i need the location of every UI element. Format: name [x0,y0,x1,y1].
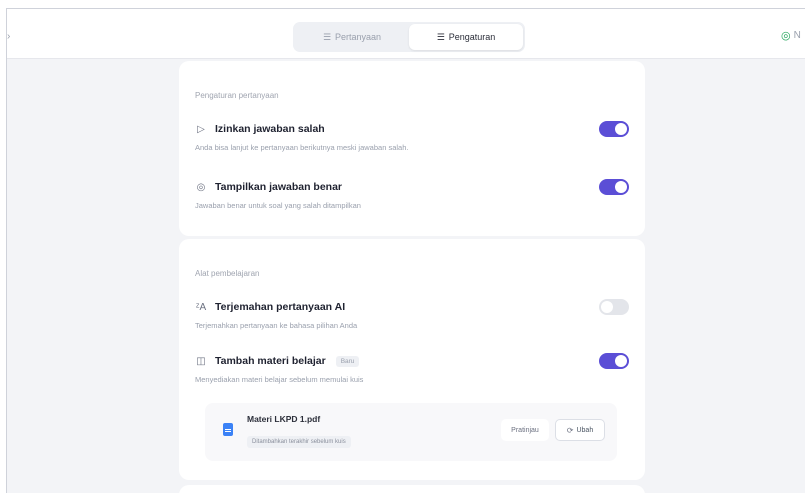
refresh-icon: ⟳ [566,425,574,435]
translate-icon: ᶻA [195,301,207,313]
section-label-question-settings: Pengaturan pertanyaan [195,91,279,100]
status-text: N [793,30,801,41]
next-settings-card [179,485,645,493]
change-button-label: Ubah [576,426,594,434]
learning-tools-card: Alat pembelajaran ᶻA Terjemahan pertanya… [179,239,645,480]
toggle-knob [615,181,627,193]
setting-description: Terjemahkan pertanyaan ke bahasa pilihan… [195,321,358,330]
section-label-learning-tools: Alat pembelajaran [195,269,260,278]
list-icon: ☰ [322,31,332,42]
chevron-right-icon[interactable]: › [7,31,10,42]
tab-settings[interactable]: ☰ Pengaturan [409,24,523,50]
setting-description: Menyediakan materi belajar sebelum memul… [195,375,364,384]
attached-file-card: Materi LKPD 1.pdf Ditambahkan terakhir s… [205,403,617,461]
file-name: Materi LKPD 1.pdf [247,414,321,424]
toggle-knob [615,355,627,367]
play-icon: ▷ [197,123,205,135]
setting-show-correct-answer: ◎ Tampilkan jawaban benar Jawaban benar … [195,179,629,210]
setting-add-learning-material: ◫ Tambah materi belajar Baru Menyediakan… [195,353,629,384]
new-badge: Baru [335,355,360,367]
setting-ai-translation: ᶻA Terjemahan pertanyaan AI Terjemahkan … [195,299,629,330]
show-correct-answer-toggle[interactable] [599,179,629,195]
list-icon: ☰ [436,31,445,42]
document-icon [223,423,233,436]
allow-wrong-answer-toggle[interactable] [599,121,629,137]
setting-allow-wrong-answer: ▷ Izinkan jawaban salah Anda bisa lanjut… [195,121,629,152]
setting-title: Terjemahan pertanyaan AI [215,301,346,313]
app-frame: › ☰ Pertanyaan ☰ Pengaturan ◎ N Pengatur… [6,8,805,493]
setting-description: Jawaban benar untuk soal yang salah dita… [195,201,361,210]
change-file-button[interactable]: ⟳ Ubah [555,419,605,441]
add-learning-material-toggle[interactable] [599,353,629,369]
ai-translation-toggle[interactable] [599,299,629,315]
setting-description: Anda bisa lanjut ke pertanyaan berikutny… [195,143,409,152]
tab-questions-label: Pertanyaan [335,32,382,42]
preview-button-label: Pratinjau [511,426,539,434]
tab-settings-label: Pengaturan [448,32,496,42]
tab-switcher: ☰ Pertanyaan ☰ Pengaturan [293,22,525,52]
setting-title: Tampilkan jawaban benar [215,181,343,193]
question-settings-card: Pengaturan pertanyaan ▷ Izinkan jawaban … [179,61,645,236]
top-bar: › ☰ Pertanyaan ☰ Pengaturan ◎ N [7,9,805,59]
toggle-knob [601,301,613,313]
file-note: Ditambahkan terakhir sebelum kuis [247,436,351,448]
lightbulb-icon: ◎ [196,181,206,193]
check-circle-icon: ◎ [781,30,791,42]
book-icon: ◫ [196,355,206,367]
tab-questions[interactable]: ☰ Pertanyaan [295,24,409,50]
toggle-knob [615,123,627,135]
setting-title: Tambah materi belajar [215,355,326,367]
preview-button[interactable]: Pratinjau [501,419,549,441]
status-indicator[interactable]: ◎ N [781,29,801,42]
setting-title: Izinkan jawaban salah [215,123,325,135]
